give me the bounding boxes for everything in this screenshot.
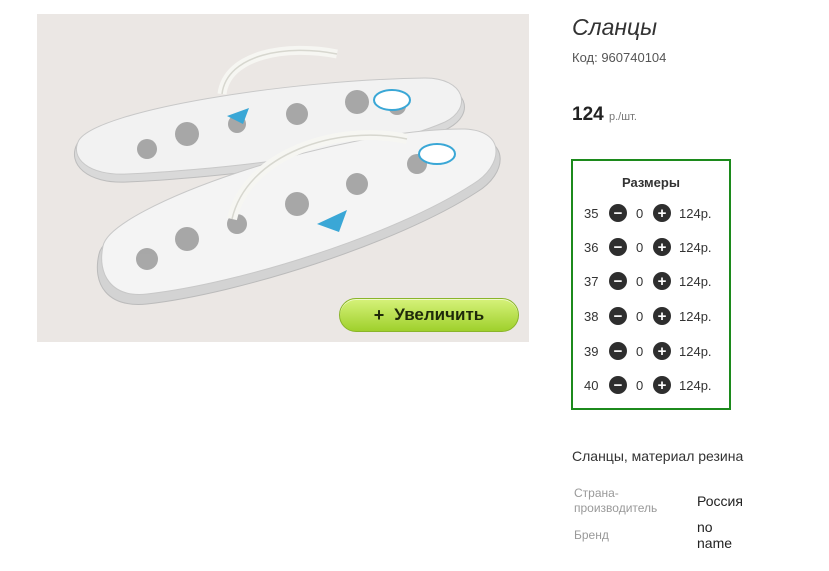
minus-circle-icon[interactable]: − [609, 272, 627, 290]
spec-label-brand: Бренд [574, 528, 609, 542]
spec-label-country-line2: производитель [574, 501, 658, 515]
size-label: 37 [584, 274, 599, 289]
product-price: 124 р./шт. [572, 104, 637, 126]
size-quantity: 0 [636, 378, 644, 393]
plus-icon: + [373, 304, 385, 325]
size-label: 40 [584, 378, 599, 393]
size-quantity: 0 [636, 309, 644, 324]
product-page: + Увеличить Сланцы Код: 960740104 124 р.… [0, 0, 829, 571]
size-price: 124р. [679, 240, 712, 255]
spec-value-brand: no name [697, 519, 732, 551]
product-title: Сланцы [572, 14, 658, 40]
size-label: 35 [584, 206, 599, 221]
size-price: 124р. [679, 378, 712, 393]
size-quantity: 0 [636, 344, 644, 359]
spec-value-brand-line1: no [697, 519, 713, 535]
spec-label-country-line1: Страна- [574, 486, 619, 500]
size-label: 36 [584, 240, 599, 255]
price-value: 124 [572, 104, 604, 125]
size-label: 39 [584, 344, 599, 359]
spec-value-brand-line2: name [697, 535, 733, 551]
flip-flops-illustration [74, 45, 501, 305]
size-price: 124р. [679, 309, 712, 324]
minus-circle-icon[interactable]: − [609, 376, 627, 394]
sizes-panel: Размеры 35 − 0 + 124р. 36 − 0 + 124р. 37… [571, 159, 731, 410]
plus-circle-icon[interactable]: + [653, 342, 671, 360]
size-row: 40 − 0 + 124р. [573, 376, 729, 396]
size-quantity: 0 [636, 206, 644, 221]
product-image[interactable]: + Увеличить [37, 14, 529, 342]
size-price: 124р. [679, 344, 712, 359]
spec-value-country: Россия [697, 493, 743, 509]
product-code: Код: 960740104 [572, 50, 667, 65]
plus-circle-icon[interactable]: + [653, 307, 671, 325]
size-price: 124р. [679, 274, 712, 289]
size-row: 38 − 0 + 124р. [573, 307, 729, 327]
size-row: 36 − 0 + 124р. [573, 238, 729, 258]
size-row: 39 − 0 + 124р. [573, 342, 729, 362]
plus-circle-icon[interactable]: + [653, 204, 671, 222]
size-label: 38 [584, 309, 599, 324]
size-quantity: 0 [636, 240, 644, 255]
sizes-title: Размеры [622, 175, 680, 190]
minus-circle-icon[interactable]: − [609, 307, 627, 325]
size-row: 37 − 0 + 124р. [573, 272, 729, 292]
minus-circle-icon[interactable]: − [609, 238, 627, 256]
spec-label-country: Страна- производитель [574, 486, 657, 516]
zoom-button-label: Увеличить [394, 305, 485, 324]
size-row: 35 − 0 + 124р. [573, 204, 729, 224]
price-unit: р./шт. [608, 111, 637, 123]
plus-circle-icon[interactable]: + [653, 272, 671, 290]
minus-circle-icon[interactable]: − [609, 342, 627, 360]
plus-circle-icon[interactable]: + [653, 238, 671, 256]
product-description: Сланцы, материал резина [572, 448, 744, 464]
plus-circle-icon[interactable]: + [653, 376, 671, 394]
size-quantity: 0 [636, 274, 644, 289]
size-price: 124р. [679, 206, 712, 221]
minus-circle-icon[interactable]: − [609, 204, 627, 222]
zoom-button[interactable]: + Увеличить [339, 298, 519, 332]
